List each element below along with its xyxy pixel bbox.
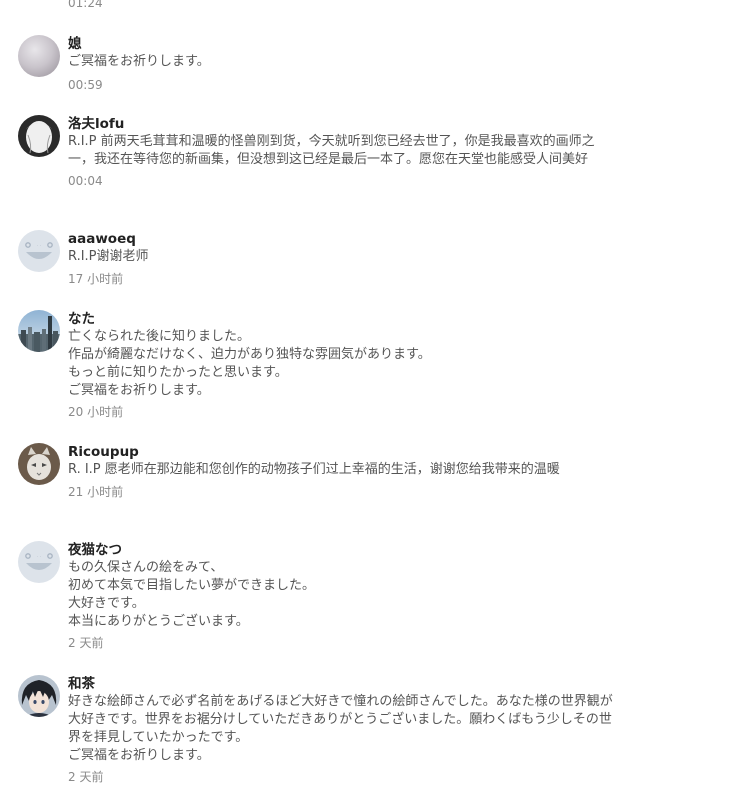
comment-time: 2 天前: [68, 770, 104, 784]
comment-time: 00:04: [68, 174, 103, 188]
default-smile-avatar-icon: · ·: [18, 230, 60, 272]
comment-time: 2 天前: [68, 636, 104, 650]
comment-text: もの久保さんの絵をみて、 初めて本気で目指したい夢ができました。 大好きです。 …: [68, 560, 316, 629]
username[interactable]: aaawoeq: [68, 230, 620, 248]
avatar[interactable]: [18, 35, 60, 77]
username[interactable]: Ricoupup: [68, 443, 620, 461]
anime-character-avatar-icon: [18, 675, 60, 717]
avatar[interactable]: · ·: [18, 230, 60, 272]
comment-text: R.I.P谢谢老师: [68, 249, 149, 264]
comment-time: 21 小时前: [68, 485, 124, 499]
cat-mask-avatar-icon: [18, 443, 60, 485]
username[interactable]: 媳: [68, 35, 620, 53]
comment-text: R.I.P 前两天毛茸茸和温暖的怪兽刚到货，今天就听到您已经去世了，你是我最喜欢…: [68, 134, 595, 167]
svg-text:· ·: · ·: [37, 554, 41, 559]
username[interactable]: 和茶: [68, 675, 620, 693]
grey-blur-avatar-icon: [18, 35, 60, 77]
comment-time: 17 小时前: [68, 272, 124, 286]
default-smile-avatar-icon: · ·: [18, 541, 60, 583]
comment-text: 亡くなられた後に知りました。 作品が綺麗なだけなく、迫力があり独特な雰囲気があり…: [68, 329, 431, 398]
comment-text: R. I.P 愿老师在那边能和您创作的动物孩子们过上幸福的生活，谢谢您给我带来的…: [68, 462, 560, 477]
svg-text:· ·: · ·: [37, 243, 41, 248]
comment-time: 20 小时前: [68, 405, 124, 419]
comment-time: 00:59: [68, 78, 103, 92]
sketch-portrait-avatar-icon: [18, 115, 60, 157]
username[interactable]: 夜猫なつ: [68, 541, 620, 559]
city-photo-avatar-icon: [18, 310, 60, 352]
username[interactable]: 洛夫lofu: [68, 115, 620, 133]
comment-time: 01:24: [68, 0, 103, 10]
avatar[interactable]: · ·: [18, 541, 60, 583]
avatar[interactable]: [18, 443, 60, 485]
avatar[interactable]: [18, 115, 60, 157]
avatar[interactable]: [18, 310, 60, 352]
avatar[interactable]: [18, 675, 60, 717]
comment-text: 好きな絵師さんで必ず名前をあげるほど大好きで憧れの絵師さんでした。あなた様の世界…: [68, 694, 613, 763]
comment-text: ご冥福をお祈りします。: [68, 54, 210, 69]
username[interactable]: なた: [68, 310, 620, 328]
